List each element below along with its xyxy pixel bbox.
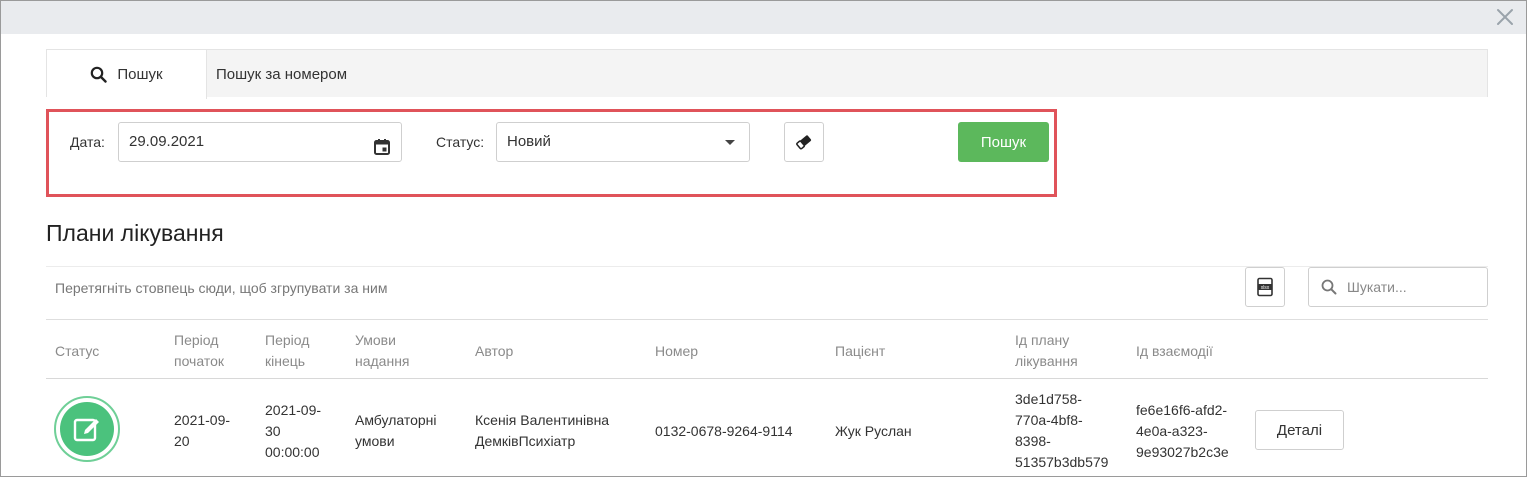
xlsx-export-icon: xlsx — [1257, 277, 1273, 297]
eraser-icon — [796, 135, 812, 150]
tab-search[interactable]: Пошук — [47, 50, 207, 99]
cell-author: Ксенія Валентинівна ДемківПсихіатр — [475, 410, 609, 452]
date-label: Дата: — [70, 134, 105, 150]
group-panel: Перетягніть стовпець сюди, щоб згрупуват… — [46, 266, 1488, 320]
cell-text: 4e0a-a323- — [1136, 423, 1208, 439]
status-select-value: Новий — [507, 133, 551, 150]
search-icon — [1321, 279, 1337, 300]
column-header-label: Період — [265, 332, 310, 348]
cell-text: 9e93027b2c3e — [1136, 444, 1229, 460]
cell-text: 8398- — [1015, 433, 1051, 449]
column-header-patient[interactable]: Пацієнт — [835, 341, 885, 362]
column-header-label: Умови — [355, 332, 396, 348]
cell-text: 2021-09- — [174, 412, 231, 428]
grid-search-input[interactable] — [1347, 274, 1477, 300]
grid-search-field[interactable] — [1308, 267, 1488, 307]
cell-patient: Жук Руслан — [835, 423, 912, 439]
search-button[interactable]: Пошук — [958, 122, 1049, 162]
close-icon — [1497, 9, 1513, 25]
search-tabs: Пошук Пошук за номером — [46, 49, 1488, 99]
svg-text:xlsx: xlsx — [1261, 285, 1270, 291]
column-header-status[interactable]: Статус — [55, 341, 99, 362]
group-hint: Перетягніть стовпець сюди, щоб згрупуват… — [55, 280, 388, 296]
column-header-label: надання — [355, 353, 410, 369]
cell-interaction-id: fe6e16f6-afd2- 4e0a-a323- 9e93027b2c3e — [1136, 400, 1229, 463]
column-header-label: Пацієнт — [835, 343, 886, 359]
column-header-label: Ід взаємодії — [1136, 343, 1213, 359]
column-header-status-label: Статус — [55, 343, 100, 359]
cell-text: Амбулаторні — [355, 412, 437, 428]
cell-text: ДемківПсихіатр — [475, 433, 576, 449]
cell-text: 51357b3db579 — [1015, 454, 1109, 470]
column-header-author[interactable]: Автор — [475, 341, 513, 362]
column-header-label: Номер — [655, 343, 699, 359]
column-header-label: кінець — [265, 353, 306, 369]
status-select[interactable]: Новий — [496, 122, 750, 162]
column-header-label: Ід плану — [1015, 332, 1070, 348]
cell-period-start: 2021-09- 20 — [174, 410, 230, 452]
close-button[interactable] — [1494, 6, 1516, 28]
modal-header — [1, 1, 1526, 34]
cell-text: умови — [355, 433, 395, 449]
cell-text: 2021-09- — [265, 402, 322, 418]
column-header-period-end[interactable]: Період кінець — [265, 330, 309, 372]
date-value: 29.09.2021 — [129, 133, 205, 150]
details-button[interactable]: Деталі — [1255, 410, 1344, 450]
tab-search-by-number-label: Пошук за номером — [216, 65, 348, 83]
cell-text: 20 — [174, 433, 190, 449]
cell-text: 770a-4bf8- — [1015, 412, 1083, 428]
column-header-label: Автор — [475, 343, 514, 359]
cell-plan-id: 3de1d758- 770a-4bf8- 8398- 51357b3db579 — [1015, 389, 1108, 473]
tab-search-by-number[interactable]: Пошук за номером — [216, 50, 347, 98]
date-field[interactable]: 29.09.2021 — [118, 122, 402, 162]
edit-icon — [73, 418, 99, 442]
cell-text: Ксенія Валентинівна — [475, 412, 610, 428]
cell-text: 00:00:00 — [265, 444, 320, 460]
column-header-conditions[interactable]: Умови надання — [355, 330, 410, 372]
cell-number: 0132-0678-9264-9114 — [655, 423, 793, 439]
cell-period-end: 2021-09- 30 00:00:00 — [265, 400, 321, 463]
column-header-interaction-id[interactable]: Ід взаємодії — [1136, 341, 1213, 362]
column-header-label: початок — [174, 353, 224, 369]
tab-search-label: Пошук — [117, 66, 163, 83]
column-header-number[interactable]: Номер — [655, 341, 698, 362]
export-xlsx-button[interactable]: xlsx — [1245, 267, 1285, 307]
cell-text: 30 — [265, 423, 281, 439]
page-title: Плани лікування — [46, 220, 224, 246]
cell-text: 3de1d758- — [1015, 391, 1082, 407]
calendar-icon[interactable] — [373, 133, 391, 171]
status-new-icon — [54, 396, 120, 462]
column-header-label: Період — [174, 332, 219, 348]
column-header-period-start[interactable]: Період початок — [174, 330, 224, 372]
clear-filters-button[interactable] — [784, 122, 824, 162]
column-header-plan-id[interactable]: Ід плану лікування — [1015, 330, 1078, 372]
search-icon — [90, 66, 108, 83]
chevron-down-icon — [725, 140, 735, 145]
column-header-label: лікування — [1015, 353, 1078, 369]
cell-text: fe6e16f6-afd2- — [1136, 402, 1228, 418]
cell-conditions: Амбулаторні умови — [355, 410, 437, 452]
status-label: Статус: — [436, 134, 485, 150]
header-divider — [46, 378, 1488, 379]
